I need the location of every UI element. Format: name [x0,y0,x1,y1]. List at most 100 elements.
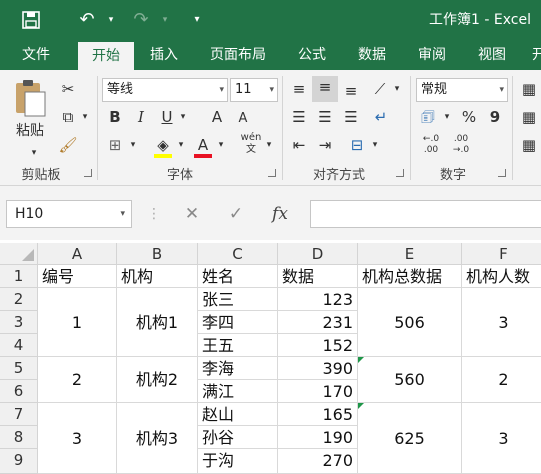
cell-d7[interactable]: 165 [278,403,358,426]
cell-d1[interactable]: 数据 [278,265,358,288]
fill-color-dropdown-icon[interactable]: ▾ [174,134,188,156]
font-name-combo[interactable]: 等线 ▾ [102,78,228,102]
cancel-icon[interactable]: ✕ [178,200,206,228]
middle-align-icon[interactable]: ≡ [312,76,338,102]
number-format-combo[interactable]: 常规 ▾ [416,78,508,102]
top-align-icon[interactable]: ≡ [288,78,310,100]
borders-icon[interactable]: ⊞ [104,134,126,156]
merge-center-icon[interactable]: ⊟ [344,134,370,156]
save-icon[interactable] [18,8,44,36]
font-color-dropdown-icon[interactable]: ▾ [214,134,228,156]
font-launcher-icon[interactable] [268,169,276,177]
select-all-button[interactable] [0,243,38,265]
wrap-text-icon[interactable]: ↵ [368,106,394,128]
phonetic-dropdown-icon[interactable]: ▾ [262,134,276,156]
cell-styles-icon[interactable]: ▦ [518,134,540,156]
decrease-decimal-icon[interactable]: .00 →.0 [448,134,474,156]
percent-style-button[interactable]: % [458,106,480,128]
format-painter-icon[interactable]: 🖌 [56,134,80,156]
tab-insert[interactable]: 插入 [136,40,192,70]
accounting-dropdown-icon[interactable]: ▾ [440,106,454,128]
italic-button[interactable]: I [130,106,152,128]
merged-cell-e7-e9[interactable]: 625 [358,403,462,474]
merged-cell-b7-b9[interactable]: 机构3 [117,403,198,474]
cell-c3[interactable]: 李四 [198,311,278,334]
fill-color-icon[interactable]: ◈ [152,134,174,158]
merged-cell-b5-b6[interactable]: 机构2 [117,357,198,403]
align-center-icon[interactable]: ☰ [314,106,336,128]
borders-dropdown-icon[interactable]: ▾ [126,134,140,156]
cell-d5[interactable]: 390 [278,357,358,380]
font-color-icon[interactable]: A [192,134,214,158]
tab-page-layout[interactable]: 页面布局 [196,40,280,70]
redo-icon[interactable]: ↷ [128,8,154,32]
paste-dropdown-icon[interactable]: ▾ [24,142,44,164]
phonetic-button[interactable]: wén 文 [238,132,264,156]
cell-c5[interactable]: 李海 [198,357,278,380]
row-header-3[interactable]: 3 [0,311,38,334]
name-box[interactable]: H10 ▾ [6,200,132,228]
cell-d2[interactable]: 123 [278,288,358,311]
comma-style-button[interactable]: 9 [484,106,506,128]
conditional-format-icon[interactable]: ▦ [518,78,540,100]
column-header-f[interactable]: F [462,243,541,265]
format-table-icon[interactable]: ▦ [518,106,540,128]
number-launcher-icon[interactable] [498,169,506,177]
column-header-b[interactable]: B [117,243,198,265]
merged-cell-a7-a9[interactable]: 3 [38,403,117,474]
cell-d9[interactable]: 270 [278,449,358,474]
accounting-format-icon[interactable]: 🗊 [416,106,440,128]
merged-cell-e5-e6[interactable]: 560 [358,357,462,403]
clipboard-launcher-icon[interactable] [84,169,92,177]
shrink-font-button[interactable]: A [232,108,254,130]
column-header-a[interactable]: A [38,243,117,265]
row-header-6[interactable]: 6 [0,380,38,403]
cell-c7[interactable]: 赵山 [198,403,278,426]
cell-d4[interactable]: 152 [278,334,358,357]
merged-cell-f5-f6[interactable]: 2 [462,357,541,403]
decrease-indent-icon[interactable]: ⇤ [288,134,310,156]
merged-cell-f2-f4[interactable]: 3 [462,288,541,357]
row-header-4[interactable]: 4 [0,334,38,357]
cell-c1[interactable]: 姓名 [198,265,278,288]
align-right-icon[interactable]: ☰ [340,106,362,128]
undo-dropdown-icon[interactable]: ▾ [98,8,124,32]
cell-d6[interactable]: 170 [278,380,358,403]
merged-cell-e2-e4[interactable]: 506 [358,288,462,357]
tab-overflow[interactable]: 开 [524,40,541,70]
row-header-1[interactable]: 1 [0,265,38,288]
merged-cell-b2-b4[interactable]: 机构1 [117,288,198,357]
cell-d3[interactable]: 231 [278,311,358,334]
merged-cell-a5-a6[interactable]: 2 [38,357,117,403]
merged-cell-f7-f9[interactable]: 3 [462,403,541,474]
merged-cell-a2-a4[interactable]: 1 [38,288,117,357]
font-size-combo[interactable]: 11 ▾ [230,78,278,102]
column-header-e[interactable]: E [358,243,462,265]
cell-c6[interactable]: 满江 [198,380,278,403]
tab-file[interactable]: 文件 [6,40,66,70]
merge-dropdown-icon[interactable]: ▾ [368,134,382,156]
row-header-8[interactable]: 8 [0,426,38,449]
cell-e1[interactable]: 机构总数据 [358,265,462,288]
cell-c9[interactable]: 于沟 [198,449,278,474]
orientation-icon[interactable]: ⟋ [368,78,392,100]
underline-dropdown-icon[interactable]: ▾ [176,106,190,128]
cell-a1[interactable]: 编号 [38,265,117,288]
formula-input[interactable] [310,200,541,228]
tab-review[interactable]: 审阅 [404,40,460,70]
copy-dropdown-icon[interactable]: ▾ [78,106,92,128]
paste-icon[interactable] [10,78,50,124]
bold-button[interactable]: B [104,106,126,128]
cut-icon[interactable]: ✂ [56,78,80,100]
cell-f1[interactable]: 机构人数 [462,265,541,288]
cell-b1[interactable]: 机构 [117,265,198,288]
align-left-icon[interactable]: ☰ [288,106,310,128]
cell-c4[interactable]: 王五 [198,334,278,357]
tab-home[interactable]: 开始 [78,42,134,70]
tab-data[interactable]: 数据 [344,40,400,70]
more-options-icon[interactable]: ⋮ [140,200,168,228]
bottom-align-icon[interactable]: ≡ [340,80,362,102]
column-header-d[interactable]: D [278,243,358,265]
column-header-c[interactable]: C [198,243,278,265]
tab-formulas[interactable]: 公式 [286,40,338,70]
